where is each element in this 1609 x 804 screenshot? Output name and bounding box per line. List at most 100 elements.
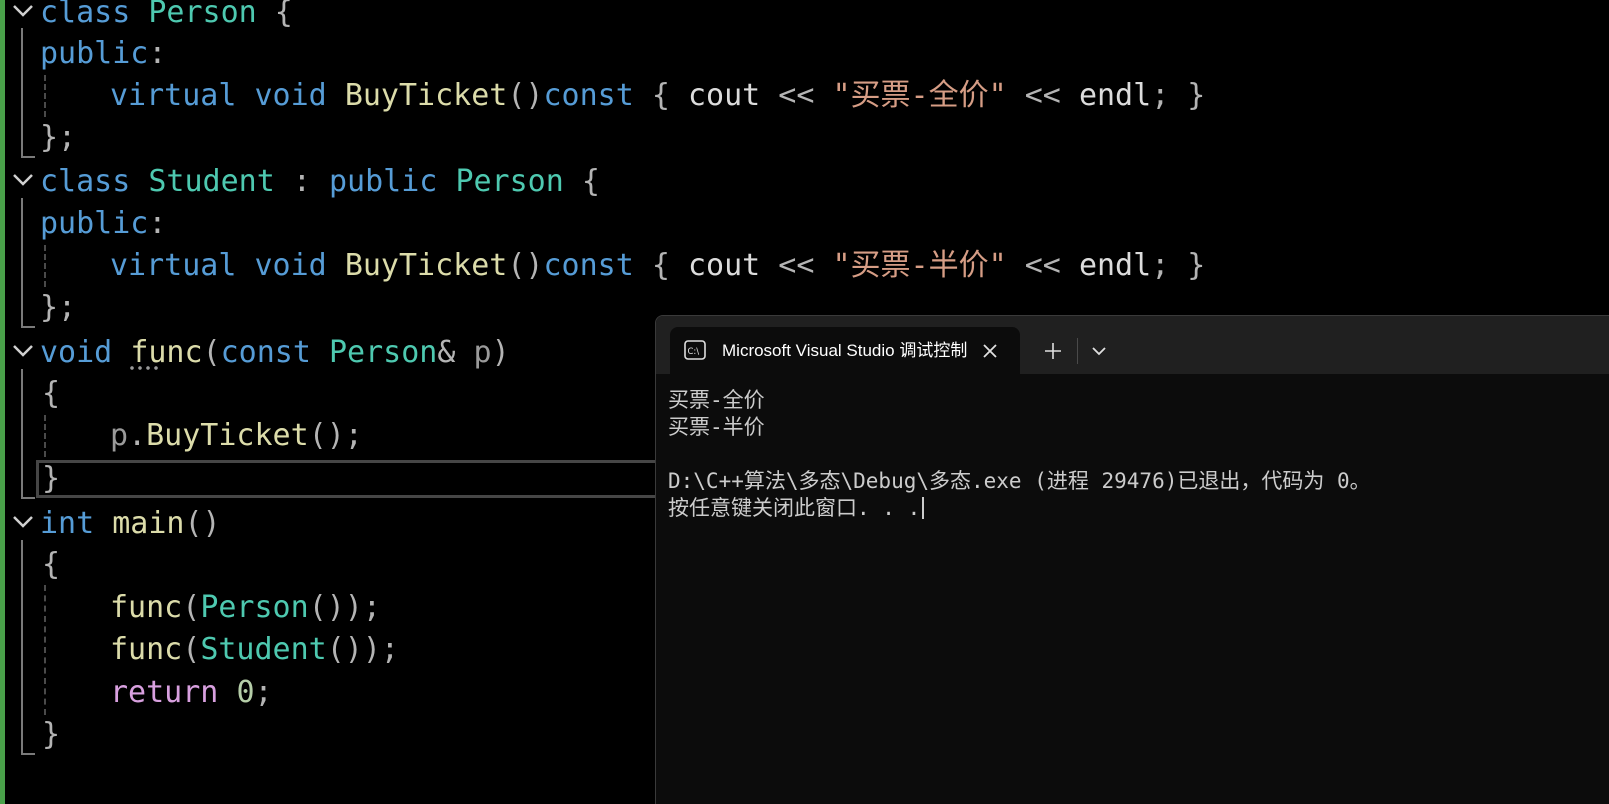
code-token: public xyxy=(329,164,438,199)
titlebar-divider xyxy=(1077,338,1078,364)
code-token: << xyxy=(760,248,833,283)
scope-bracket xyxy=(21,540,23,755)
scope-bracket-end xyxy=(21,156,35,158)
code-token: virtual xyxy=(110,248,237,283)
code-token: () xyxy=(507,248,544,283)
code-line[interactable]: { xyxy=(42,373,60,415)
code-token: ( xyxy=(202,335,221,370)
indent-guide xyxy=(44,585,46,715)
code-token: endl xyxy=(1078,78,1152,113)
code-token: { xyxy=(42,547,61,582)
code-token: virtual xyxy=(110,78,237,113)
code-token: { xyxy=(42,376,61,411)
indent-guide xyxy=(44,415,46,457)
change-tracking-bar xyxy=(0,0,5,804)
code-token: Person xyxy=(200,590,309,625)
output-line: 买票-半价 xyxy=(668,415,765,439)
svg-text:C:\: C:\ xyxy=(688,347,700,357)
code-token: 0 xyxy=(236,675,255,710)
code-line[interactable]: int main() xyxy=(40,503,221,545)
code-token: cout xyxy=(688,78,761,113)
code-token: public xyxy=(40,36,149,71)
code-line[interactable]: p.BuyTicket(); xyxy=(110,415,363,457)
fold-chevron-icon[interactable] xyxy=(10,503,36,545)
code-token: Student xyxy=(200,632,327,667)
code-token: void xyxy=(40,335,113,370)
code-line[interactable]: public: xyxy=(40,33,166,75)
code-token: : xyxy=(148,36,167,71)
code-token: main xyxy=(112,506,185,541)
code-token: func xyxy=(110,632,183,667)
current-line-highlight xyxy=(36,460,676,498)
code-token: BuyTicket xyxy=(344,78,508,113)
code-line[interactable]: }; xyxy=(40,117,76,159)
prompt-text: 按任意键关闭此窗口. . . xyxy=(668,496,921,520)
code-token: ( xyxy=(182,590,201,625)
code-token: const xyxy=(543,248,634,283)
terminal-output[interactable]: 买票-全价 买票-半价 D:\C++算法\多态\Debug\多态.exe (进程… xyxy=(656,374,1609,804)
code-token: BuyTicket xyxy=(146,418,309,453)
code-line[interactable]: func(Student()); xyxy=(110,629,399,671)
code-token: ( xyxy=(182,632,201,667)
code-line[interactable]: virtual void BuyTicket()const { cout << … xyxy=(110,75,1205,117)
code-line[interactable]: } xyxy=(42,714,60,756)
code-token: "买票-全价" xyxy=(832,78,1007,113)
chevron-down-icon[interactable] xyxy=(1084,336,1114,366)
code-line[interactable]: class Person { xyxy=(40,0,293,34)
output-line: 按任意键关闭此窗口. . . xyxy=(668,495,925,522)
code-token: { xyxy=(633,78,688,113)
code-token: cout xyxy=(688,248,761,283)
code-token: . xyxy=(128,418,147,453)
code-token: endl xyxy=(1078,248,1152,283)
code-line[interactable]: void func(const Person& p) xyxy=(40,332,510,374)
code-token: p xyxy=(473,335,492,370)
code-token: Student xyxy=(148,164,275,199)
code-line[interactable]: virtual void BuyTicket()const { cout << … xyxy=(110,245,1205,287)
fold-chevron-icon[interactable] xyxy=(10,0,36,34)
code-token: << xyxy=(760,78,833,113)
close-icon[interactable] xyxy=(980,341,1000,361)
code-token: } xyxy=(42,717,61,752)
code-line[interactable]: public: xyxy=(40,203,166,245)
fold-chevron-icon[interactable] xyxy=(10,332,36,374)
code-token: public xyxy=(40,206,149,241)
code-token: (); xyxy=(308,418,363,453)
code-token: func xyxy=(110,590,183,625)
fold-chevron-icon[interactable] xyxy=(10,161,36,203)
indent-guide xyxy=(44,245,46,287)
code-line[interactable]: class Student : public Person { xyxy=(40,161,600,203)
output-line: D:\C++算法\多态\Debug\多态.exe (进程 29476)已退出，代… xyxy=(668,469,1371,493)
code-token: } xyxy=(42,461,61,496)
code-token: () xyxy=(184,506,221,541)
code-token: ; } xyxy=(1151,248,1206,283)
code-line[interactable]: }; xyxy=(40,287,76,329)
code-token: return xyxy=(110,675,219,710)
terminal-title-bar[interactable]: C:\ Microsoft Visual Studio 调试控制台 xyxy=(656,316,1609,374)
debug-console-window[interactable]: C:\ Microsoft Visual Studio 调试控制台 买票-全价 … xyxy=(655,315,1609,804)
plus-icon[interactable] xyxy=(1038,336,1068,366)
code-token: }; xyxy=(40,290,77,325)
code-token: p xyxy=(110,418,129,453)
scope-bracket-end xyxy=(21,753,35,755)
code-line[interactable]: return 0; xyxy=(110,672,273,714)
code-token: Person xyxy=(455,164,564,199)
code-line[interactable]: func(Person()); xyxy=(110,587,381,629)
terminal-tab[interactable]: C:\ Microsoft Visual Studio 调试控制台 xyxy=(670,327,1020,374)
console-icon: C:\ xyxy=(684,340,706,360)
code-token: : xyxy=(148,206,167,241)
code-token: const xyxy=(220,335,311,370)
code-token: BuyTicket xyxy=(344,248,508,283)
code-line[interactable]: } xyxy=(42,458,60,500)
code-token: void xyxy=(254,248,327,283)
code-token: : xyxy=(274,164,329,199)
code-line[interactable]: { xyxy=(42,544,60,586)
code-token: & xyxy=(437,335,474,370)
code-token: }; xyxy=(40,120,77,155)
